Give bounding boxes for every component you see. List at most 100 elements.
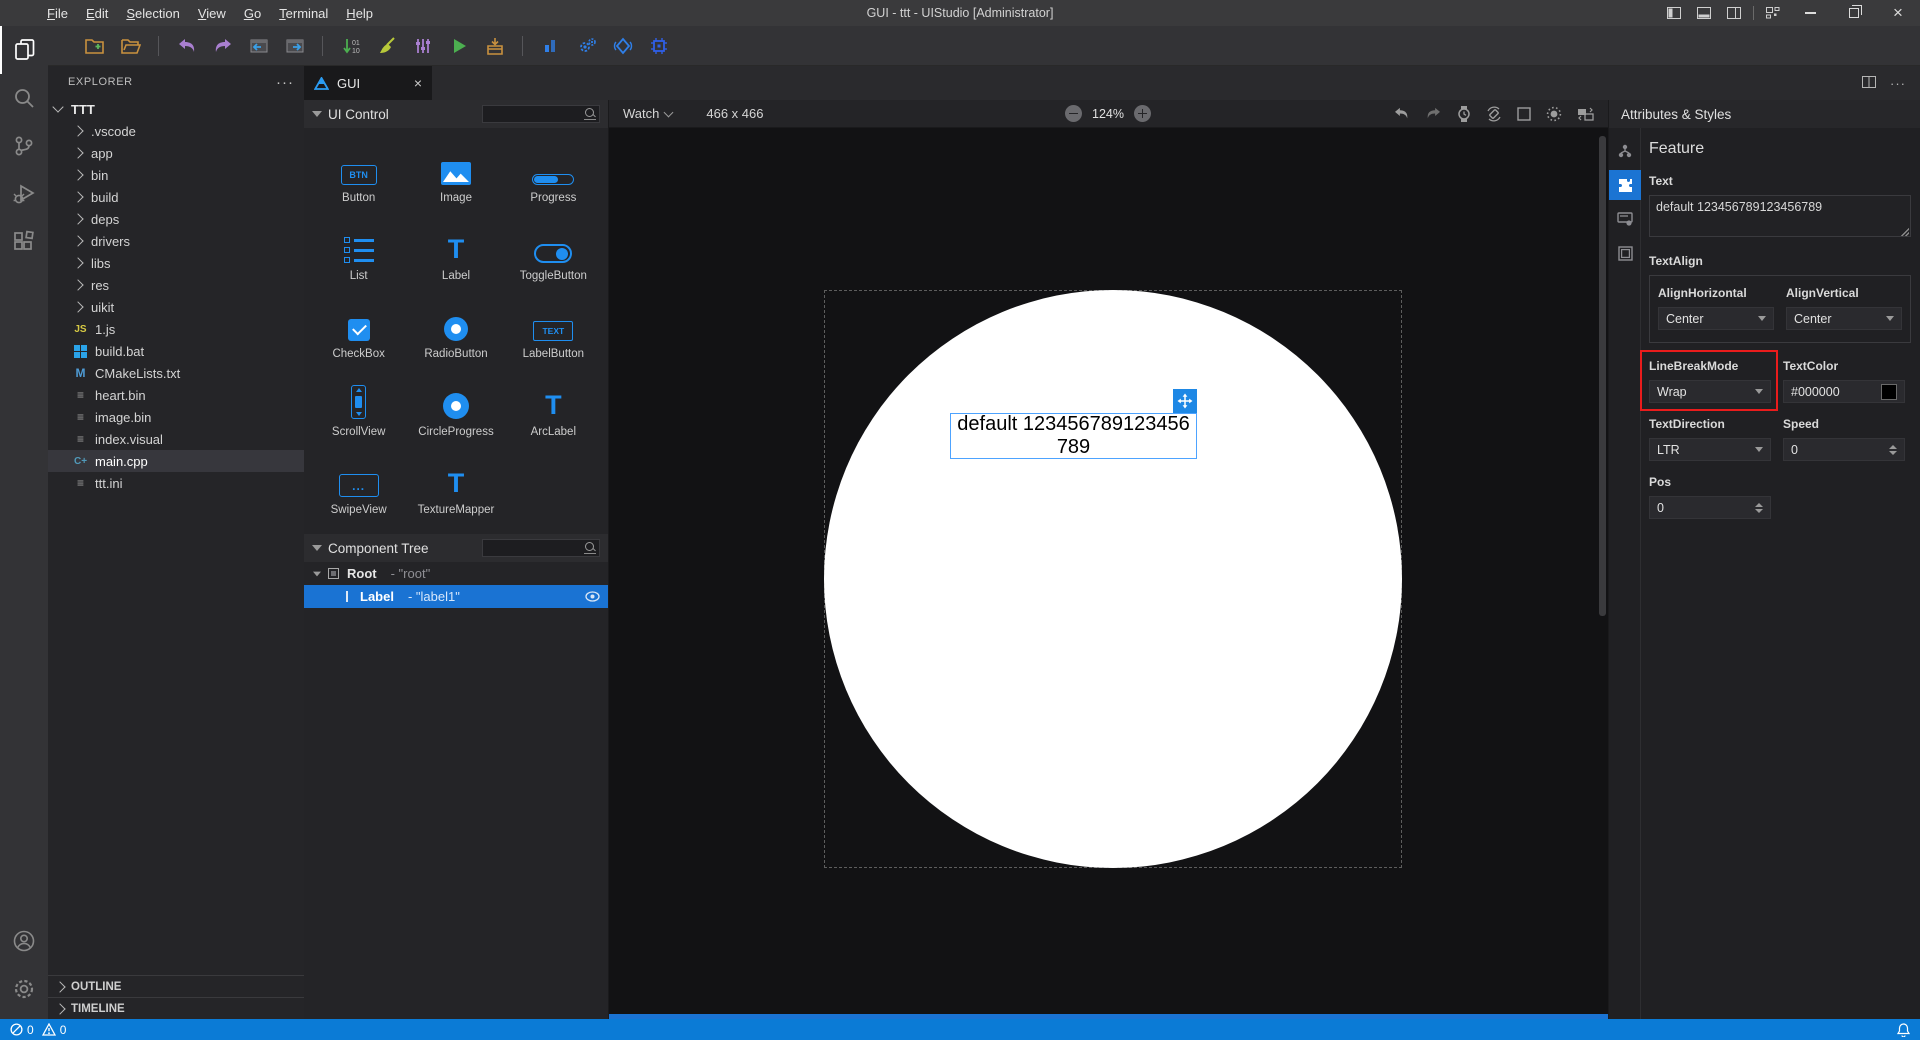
component-tree-search-input[interactable]: [486, 542, 584, 554]
customize-layout-icon[interactable]: [1758, 0, 1788, 26]
toggle-right-sidebar-icon[interactable]: [1719, 0, 1749, 26]
layout-transform-icon[interactable]: [1577, 107, 1594, 121]
new-folder-icon[interactable]: [82, 33, 107, 58]
align-vertical-dropdown[interactable]: Center: [1786, 307, 1902, 330]
split-editor-icon[interactable]: [1862, 75, 1876, 91]
tree-item-1js[interactable]: JS 1.js: [48, 318, 304, 340]
brightness-icon[interactable]: [1546, 106, 1562, 122]
tab-gui[interactable]: GUI ×: [304, 66, 432, 100]
menu-go[interactable]: Go: [235, 6, 270, 21]
canvas-redo-icon[interactable]: [1425, 107, 1442, 120]
open-folder-icon[interactable]: [118, 33, 143, 58]
gears-icon[interactable]: [574, 33, 599, 58]
tree-item-buildbat[interactable]: build.bat: [48, 340, 304, 362]
border-box-icon[interactable]: [1517, 106, 1531, 121]
tree-item-bin[interactable]: bin: [48, 164, 304, 186]
outline-section[interactable]: OUTLINE: [48, 975, 304, 997]
spinner-arrows-icon[interactable]: [1755, 502, 1763, 513]
activity-explorer-icon[interactable]: [0, 26, 48, 74]
activity-extensions-icon[interactable]: [0, 218, 48, 266]
palette-item-scrollview[interactable]: ScrollView: [310, 372, 407, 442]
menu-selection[interactable]: Selection: [117, 6, 188, 21]
component-row-root[interactable]: Root - "root": [304, 562, 608, 585]
tree-item-ttt[interactable]: TTT: [48, 98, 304, 120]
undo-icon[interactable]: [174, 33, 199, 58]
tree-item-drivers[interactable]: drivers: [48, 230, 304, 252]
tree-item-res[interactable]: res: [48, 274, 304, 296]
menu-help[interactable]: Help: [337, 6, 382, 21]
account-icon[interactable]: [0, 917, 48, 965]
palette-item-togglebutton[interactable]: ToggleButton: [505, 216, 602, 286]
toggle-sidebar-icon[interactable]: [1659, 0, 1689, 26]
more-actions-icon[interactable]: ···: [1890, 76, 1906, 91]
pos-spinner[interactable]: 0: [1649, 496, 1771, 519]
activity-search-icon[interactable]: [0, 74, 48, 122]
tree-item-indexvisual[interactable]: ≡ index.visual: [48, 428, 304, 450]
palette-item-labelbutton[interactable]: TEXT LabelButton: [505, 294, 602, 364]
palette-item-arclabel[interactable]: T ArcLabel: [505, 372, 602, 442]
tree-item-app[interactable]: app: [48, 142, 304, 164]
notifications-bell-icon[interactable]: [1897, 1022, 1910, 1037]
zoom-out-button[interactable]: [1065, 105, 1082, 122]
palette-item-label[interactable]: T Label: [407, 216, 504, 286]
chip-icon[interactable]: [646, 33, 671, 58]
palette-item-swipeview[interactable]: ... SwipeView: [310, 450, 407, 520]
palette-item-radiobutton[interactable]: RadioButton: [407, 294, 504, 364]
ui-control-header[interactable]: UI Control: [304, 100, 608, 128]
watch-preview-icon[interactable]: [1457, 105, 1471, 122]
rotate-screen-icon[interactable]: [1486, 106, 1502, 122]
tree-item-build[interactable]: build: [48, 186, 304, 208]
export-view-icon[interactable]: [282, 33, 307, 58]
tree-item-vscode[interactable]: .vscode: [48, 120, 304, 142]
align-horizontal-dropdown[interactable]: Center: [1658, 307, 1774, 330]
close-button[interactable]: ×: [1876, 0, 1920, 26]
toggle-panel-icon[interactable]: [1689, 0, 1719, 26]
canvas-undo-icon[interactable]: [1393, 107, 1410, 120]
problems-status[interactable]: 0 0: [10, 1023, 66, 1037]
menu-edit[interactable]: Edit: [77, 6, 117, 21]
palette-item-circleprogress[interactable]: CircleProgress: [407, 372, 504, 442]
component-row-label1[interactable]: Label - "label1": [304, 585, 608, 608]
palette-item-texturemapper[interactable]: T TextureMapper: [407, 450, 504, 520]
sort-numeric-icon[interactable]: 01 10: [338, 33, 363, 58]
tune-icon[interactable]: [410, 33, 435, 58]
textcolor-field[interactable]: #000000: [1783, 380, 1905, 403]
menu-view[interactable]: View: [189, 6, 235, 21]
hierarchy-icon[interactable]: [1609, 136, 1641, 166]
spinner-arrows-icon[interactable]: [1889, 444, 1897, 455]
feature-puzzle-icon[interactable]: [1609, 170, 1641, 200]
palette-item-button[interactable]: BTN Button: [310, 138, 407, 208]
color-swatch[interactable]: [1881, 383, 1897, 400]
menu-terminal[interactable]: Terminal: [270, 6, 337, 21]
info-card-icon[interactable]: [1609, 204, 1641, 234]
palette-item-checkbox[interactable]: CheckBox: [310, 294, 407, 364]
palette-item-image[interactable]: Image: [407, 138, 504, 208]
tree-item-maincpp[interactable]: C+ main.cpp: [48, 450, 304, 472]
component-tree-header[interactable]: Component Tree: [304, 534, 608, 562]
palette-item-progress[interactable]: Progress: [505, 138, 602, 208]
tree-item-tttini[interactable]: ≡ ttt.ini: [48, 472, 304, 494]
tree-item-libs[interactable]: libs: [48, 252, 304, 274]
tab-close-icon[interactable]: ×: [414, 75, 422, 91]
textdirection-dropdown[interactable]: LTR: [1649, 438, 1771, 461]
linebreakmode-dropdown[interactable]: Wrap: [1649, 380, 1771, 403]
tree-item-deps[interactable]: deps: [48, 208, 304, 230]
clean-icon[interactable]: [374, 33, 399, 58]
move-handle[interactable]: [1173, 389, 1197, 413]
settings-gear-icon[interactable]: [0, 965, 48, 1013]
zoom-in-button[interactable]: [1133, 105, 1151, 122]
speed-spinner[interactable]: 0: [1783, 438, 1905, 461]
redo-icon[interactable]: [210, 33, 235, 58]
explorer-more-actions-icon[interactable]: ···: [276, 74, 294, 91]
visual-diamond-icon[interactable]: [610, 33, 635, 58]
restore-button[interactable]: [1832, 0, 1876, 26]
activity-source-control-icon[interactable]: [0, 122, 48, 170]
menu-file[interactable]: File: [38, 6, 77, 21]
chart-icon[interactable]: [538, 33, 563, 58]
run-icon[interactable]: [446, 33, 471, 58]
activity-run-debug-icon[interactable]: [0, 170, 48, 218]
tree-item-heartbin[interactable]: ≡ heart.bin: [48, 384, 304, 406]
resize-grip-icon[interactable]: [1901, 228, 1909, 236]
timeline-section[interactable]: TIMELINE: [48, 997, 304, 1019]
palette-item-list[interactable]: List: [310, 216, 407, 286]
